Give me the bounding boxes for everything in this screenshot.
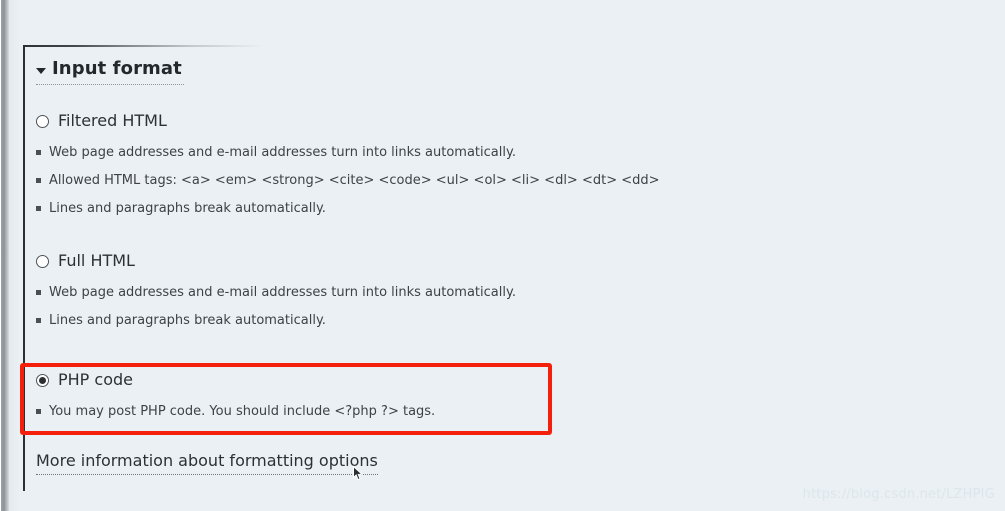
triangle-down-icon[interactable] <box>36 67 46 74</box>
list-item: Lines and paragraphs break automatically… <box>36 313 516 328</box>
option-full-html-label: Full HTML <box>58 251 135 270</box>
radio-filtered-html[interactable] <box>36 114 49 128</box>
square-bullet-icon <box>36 178 41 183</box>
radio-full-html[interactable] <box>36 254 49 268</box>
list-item: Lines and paragraphs break automatically… <box>36 201 660 216</box>
input-format-legend-label: Input format <box>52 58 182 79</box>
option-filtered-html-label: Filtered HTML <box>58 111 167 130</box>
tip-text: You may post PHP code. You should includ… <box>49 404 436 419</box>
legend-underline <box>36 84 184 86</box>
more-information-link[interactable]: More information about formatting option… <box>36 451 378 475</box>
tip-text: Allowed HTML tags: <a> <em> <strong> <ci… <box>49 173 660 188</box>
radio-php-code[interactable] <box>36 373 49 387</box>
option-php-code[interactable]: PHP code You may post PHP code. You shou… <box>36 369 435 419</box>
list-item: You may post PHP code. You should includ… <box>36 404 435 419</box>
option-php-code-label: PHP code <box>58 370 133 389</box>
option-full-html-tips: Web page addresses and e-mail addresses … <box>36 285 516 328</box>
option-full-html[interactable]: Full HTML Web page addresses and e-mail … <box>36 250 516 328</box>
input-format-legend[interactable]: Input format <box>36 57 182 81</box>
window-left-gutter-inner <box>9 0 20 511</box>
option-filtered-html[interactable]: Filtered HTML Web page addresses and e-m… <box>36 110 660 216</box>
square-bullet-icon <box>36 290 41 295</box>
tip-text: Lines and paragraphs break automatically… <box>49 201 326 216</box>
tip-text: Lines and paragraphs break automatically… <box>49 313 326 328</box>
option-php-code-head[interactable]: PHP code <box>36 369 435 391</box>
tip-text: Web page addresses and e-mail addresses … <box>49 285 516 300</box>
option-filtered-html-head[interactable]: Filtered HTML <box>36 110 660 132</box>
list-item: Web page addresses and e-mail addresses … <box>36 145 660 160</box>
mouse-cursor-icon <box>353 466 364 481</box>
window-left-gutter <box>0 0 9 511</box>
option-filtered-html-tips: Web page addresses and e-mail addresses … <box>36 145 660 216</box>
square-bullet-icon <box>36 318 41 323</box>
square-bullet-icon <box>36 409 41 414</box>
square-bullet-icon <box>36 150 41 155</box>
list-item: Allowed HTML tags: <a> <em> <strong> <ci… <box>36 173 660 188</box>
watermark: https://blog.csdn.net/LZHPIG <box>802 487 995 502</box>
option-php-code-tips: You may post PHP code. You should includ… <box>36 404 435 419</box>
tip-text: Web page addresses and e-mail addresses … <box>49 145 516 160</box>
option-full-html-head[interactable]: Full HTML <box>36 250 516 272</box>
square-bullet-icon <box>36 206 41 211</box>
list-item: Web page addresses and e-mail addresses … <box>36 285 516 300</box>
